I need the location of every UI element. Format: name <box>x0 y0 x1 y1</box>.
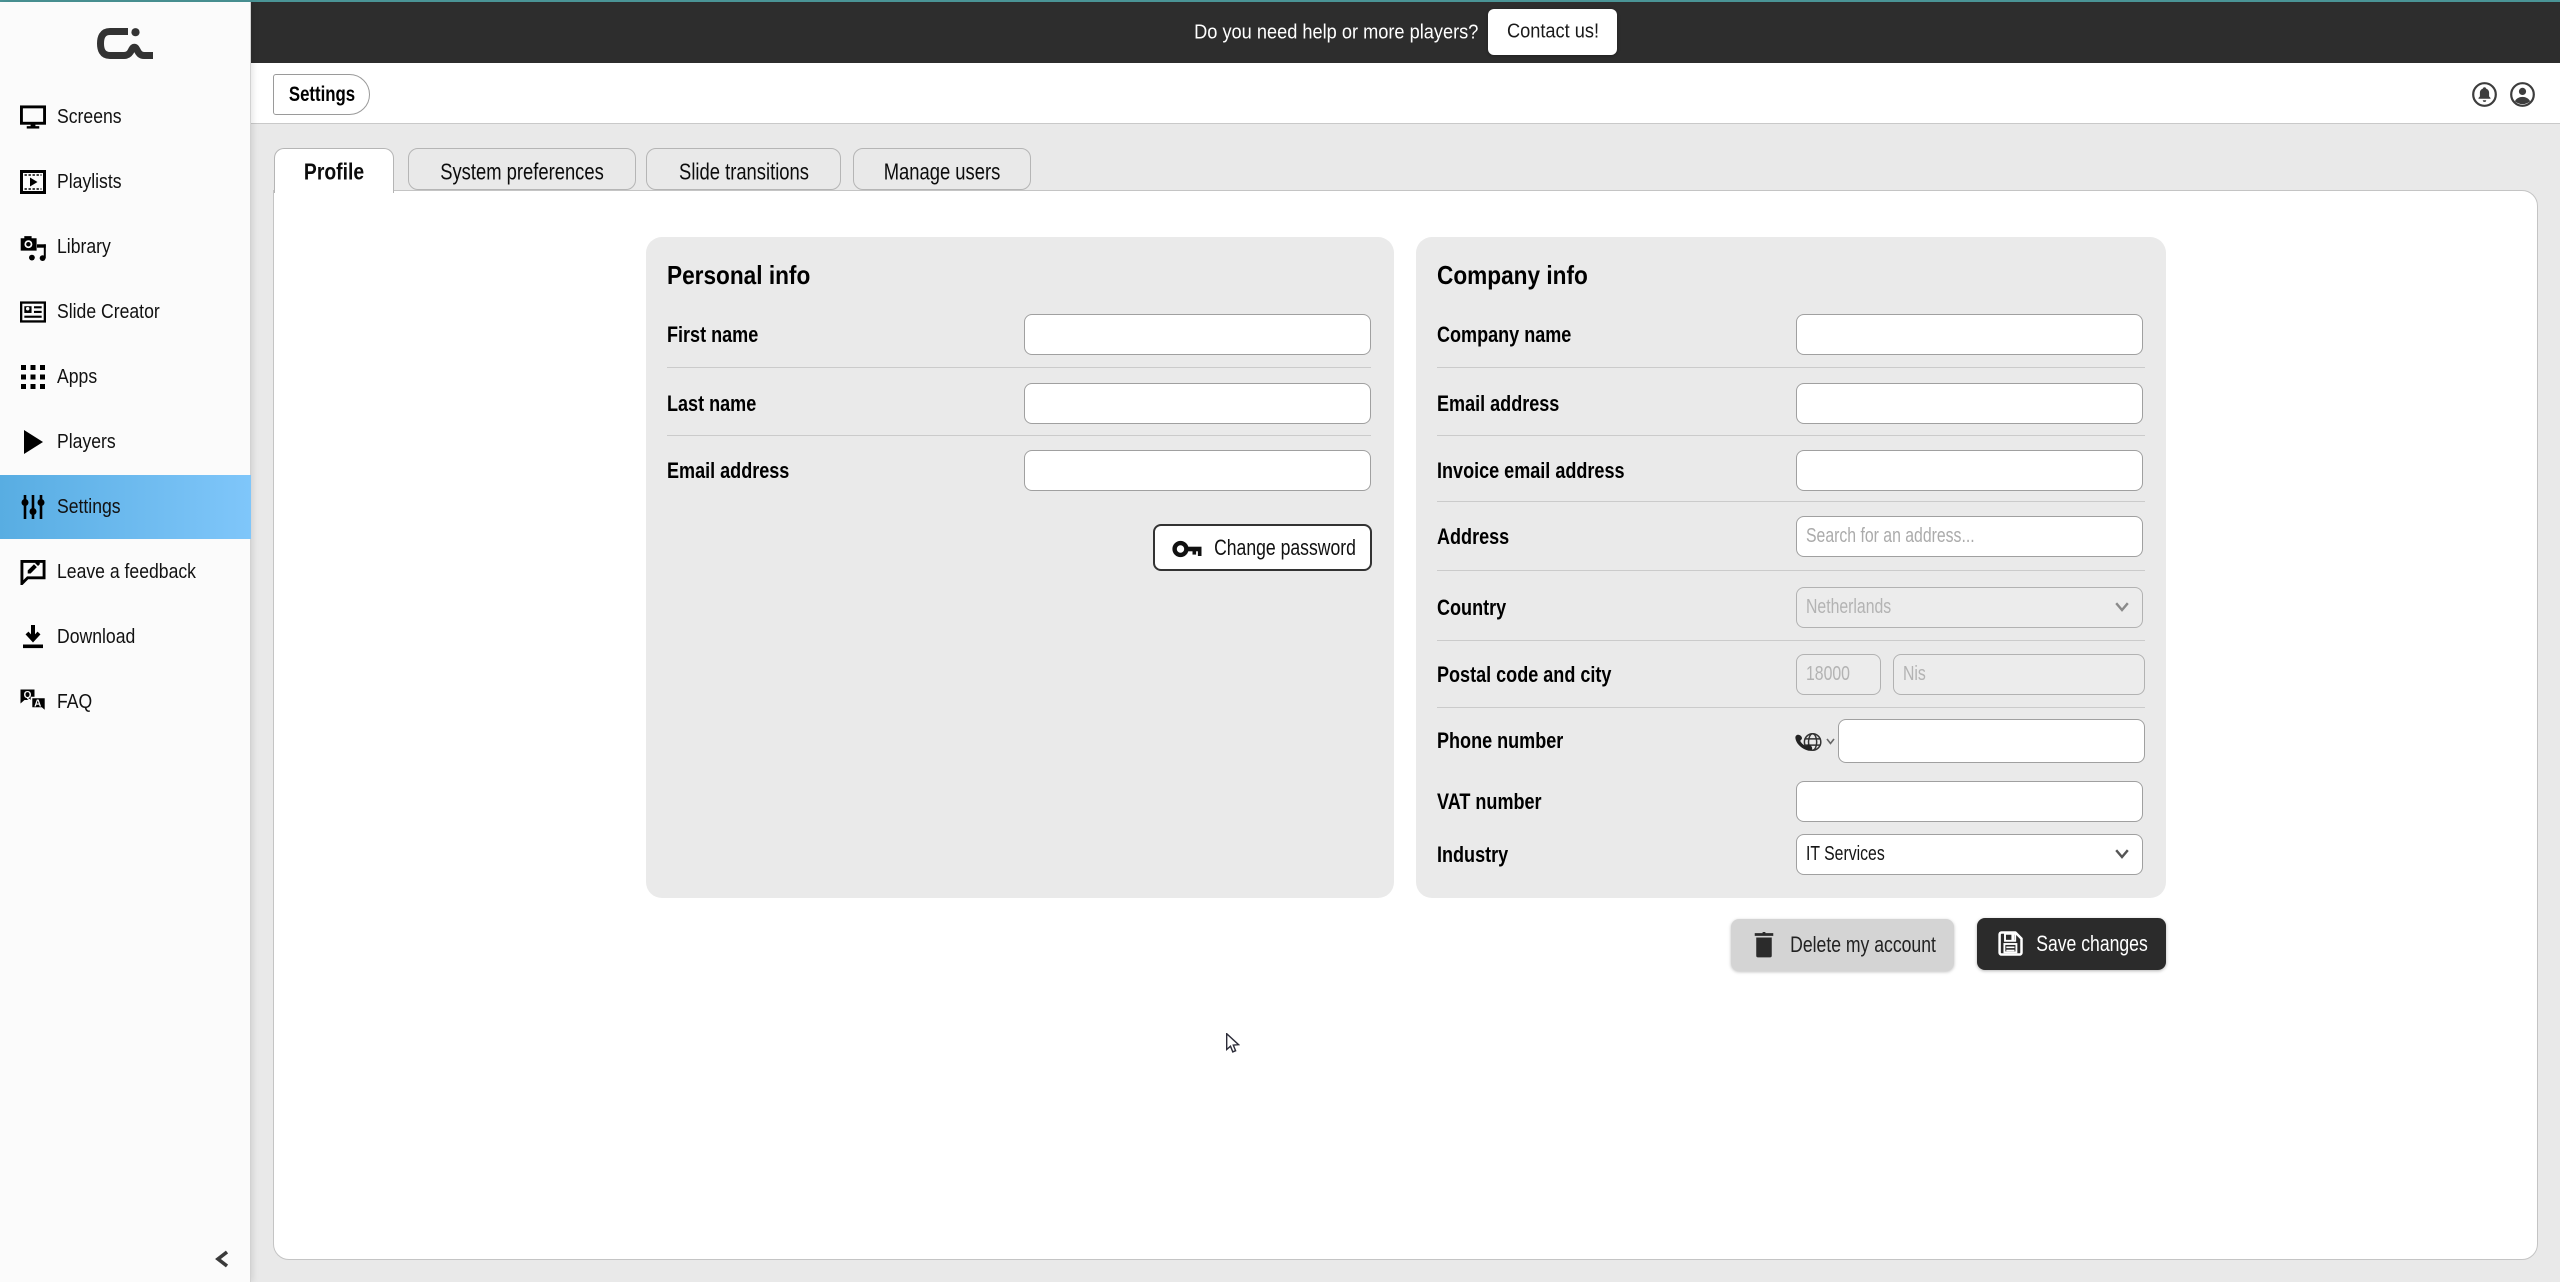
svg-text:Q: Q <box>24 690 32 701</box>
svg-text:A: A <box>34 698 41 709</box>
